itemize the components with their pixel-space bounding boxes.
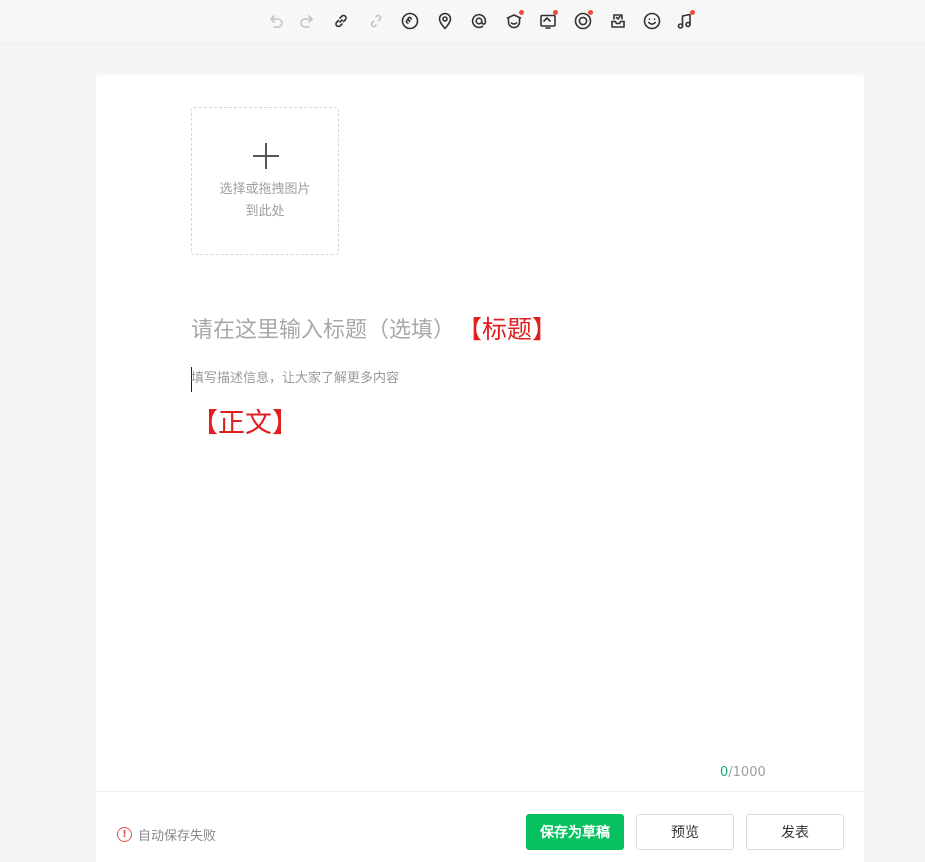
editor-card: 选择或拖拽图片 到此处 请在这里输入标题（选填） 【标题】 填写描述信息，让大家…	[96, 75, 864, 862]
title-annotation: 【标题】	[457, 315, 558, 344]
save-draft-button[interactable]: 保存为草稿	[526, 814, 624, 850]
autosave-status: ! 自动保存失败	[117, 825, 216, 844]
new-dot	[553, 10, 558, 15]
uploader-hint-line1: 选择或拖拽图片	[219, 182, 311, 197]
preview-button[interactable]: 预览	[636, 814, 734, 850]
image-card-icon[interactable]	[537, 10, 559, 32]
editor-toolbar	[0, 0, 925, 44]
profile-card-icon[interactable]	[503, 10, 525, 32]
new-dot	[588, 10, 593, 15]
undo-icon[interactable]	[265, 10, 287, 32]
music-icon[interactable]	[674, 10, 696, 32]
editor-footer: ! 自动保存失败 保存为草稿 预览 发表	[96, 791, 864, 862]
uploader-hint-line2: 到此处	[245, 204, 285, 219]
autosave-status-text: 自动保存失败	[138, 829, 217, 844]
publish-button[interactable]: 发表	[746, 814, 844, 850]
title-input-placeholder[interactable]: 请在这里输入标题（选填）	[191, 312, 455, 344]
char-max: /1000	[728, 765, 766, 780]
link-icon[interactable]	[330, 10, 352, 32]
cover-image-uploader[interactable]: 选择或拖拽图片 到此处	[191, 107, 339, 255]
description-input[interactable]: 填写描述信息，让大家了解更多内容	[191, 367, 399, 391]
plus-icon	[253, 143, 279, 169]
emoji-icon[interactable]	[641, 10, 663, 32]
new-dot	[690, 10, 695, 15]
new-dot	[519, 10, 524, 15]
warning-icon: !	[117, 827, 132, 842]
char-counter: 0/1000	[720, 765, 766, 780]
body-annotation: 【正文】	[191, 408, 299, 439]
live-icon[interactable]	[572, 10, 594, 32]
location-icon[interactable]	[434, 10, 456, 32]
mention-icon[interactable]	[468, 10, 490, 32]
title-field[interactable]: 请在这里输入标题（选填） 【标题】	[191, 308, 557, 348]
mini-program-icon[interactable]	[399, 10, 421, 32]
unlink-icon[interactable]	[365, 10, 387, 32]
inbox-icon[interactable]	[607, 10, 629, 32]
uploader-hint: 选择或拖拽图片 到此处	[192, 179, 338, 223]
redo-icon[interactable]	[296, 10, 318, 32]
